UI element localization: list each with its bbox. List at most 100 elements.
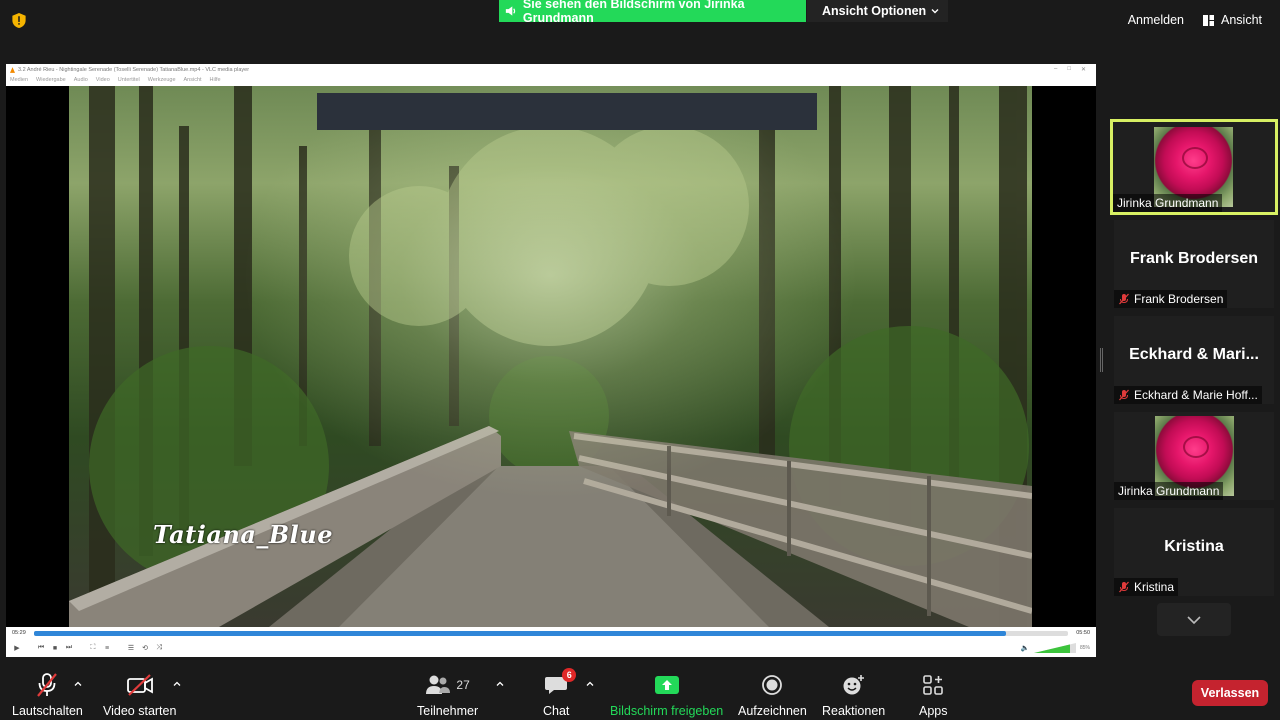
- participants-count: 27: [456, 678, 470, 692]
- volume-slider[interactable]: [1033, 643, 1076, 653]
- volume-icon[interactable]: 🔈: [1020, 643, 1030, 653]
- sign-in-label: Anmelden: [1127, 13, 1184, 27]
- apps-icon: [923, 675, 944, 695]
- record-icon: [762, 675, 783, 695]
- vlc-title: 3.2 André Rieu - Nightingale Serenade (T…: [18, 66, 250, 73]
- participant-label: Jirinka Grundmann: [1113, 194, 1223, 212]
- menu-subtitle[interactable]: Untertitel: [118, 77, 140, 83]
- menu-help[interactable]: Hilfe: [210, 77, 221, 83]
- seek-bar[interactable]: [33, 630, 1069, 636]
- participant-tile[interactable]: Jirinka Grundmann: [1110, 119, 1278, 215]
- sign-in-button[interactable]: Anmelden: [1122, 8, 1190, 32]
- participant-tile[interactable]: Eckhard & Mari... Eckhard & Marie Hoff..…: [1114, 316, 1274, 404]
- volume-level: [1033, 643, 1070, 653]
- forest-boardwalk-video-frame: Tatiana_Blue: [69, 86, 1032, 627]
- menu-media[interactable]: Medien: [10, 77, 28, 83]
- participant-name: Eckhard & Marie Hoff...: [1134, 388, 1258, 402]
- maximize-icon[interactable]: □: [1067, 66, 1071, 73]
- chevron-up-icon[interactable]: [585, 679, 595, 689]
- chevron-down-icon: [931, 9, 939, 14]
- start-video-button[interactable]: Video starten: [103, 663, 176, 720]
- chevron-up-icon[interactable]: [495, 679, 505, 689]
- participant-display-name: Frank Brodersen: [1129, 250, 1259, 267]
- unmute-button[interactable]: Lautschalten: [12, 663, 83, 720]
- minimize-icon[interactable]: –: [1054, 66, 1057, 73]
- vlc-menu-bar: Medien Wiedergabe Audio Video Untertitel…: [6, 75, 1096, 85]
- video-black-bar: [317, 93, 817, 130]
- volume-control: 🔈 85%: [1020, 643, 1090, 653]
- close-icon[interactable]: ✕: [1081, 66, 1086, 73]
- participant-name: Frank Brodersen: [1134, 292, 1224, 306]
- leave-button[interactable]: Verlassen: [1192, 680, 1268, 706]
- extended-settings-icon[interactable]: ≡: [102, 643, 112, 653]
- meeting-toolbar: Lautschalten Video starten 27 Teilnehmer…: [0, 663, 1280, 720]
- menu-playback[interactable]: Wiedergabe: [36, 77, 66, 83]
- top-right-controls: Anmelden Ansicht: [1122, 8, 1268, 32]
- stop-icon[interactable]: ■: [50, 643, 60, 653]
- view-options-label: Ansicht Optionen: [822, 4, 927, 18]
- screen-share-banner: Sie sehen den Bildschirm von Jirinka Gru…: [499, 0, 806, 25]
- gallery-scroll-down-button[interactable]: [1157, 603, 1231, 636]
- fullscreen-icon[interactable]: ⛶: [88, 643, 98, 653]
- time-total: 05:50: [1076, 630, 1090, 636]
- mic-muted-icon: [37, 673, 58, 697]
- reactions-label: Reaktionen: [822, 704, 886, 718]
- gallery-resize-handle[interactable]: [1100, 348, 1103, 372]
- reactions-button[interactable]: Reaktionen: [822, 663, 885, 720]
- view-label: Ansicht: [1221, 13, 1262, 27]
- participant-tile[interactable]: Jirinka Grundmann: [1114, 412, 1274, 500]
- time-elapsed: 05:29: [12, 630, 26, 636]
- record-label: Aufzeichnen: [738, 704, 807, 718]
- participant-tile[interactable]: Frank Brodersen Frank Brodersen: [1114, 220, 1274, 308]
- start-video-label: Video starten: [103, 704, 177, 718]
- shuffle-icon[interactable]: ⤨: [154, 643, 164, 653]
- reactions-icon: [843, 675, 864, 695]
- share-screen-icon: [654, 676, 679, 694]
- playlist-icon[interactable]: ☰: [126, 643, 136, 653]
- participant-label: Kristina: [1114, 578, 1179, 596]
- seek-progress: [33, 630, 1007, 636]
- grid-view-icon: [1203, 14, 1214, 26]
- video-off-icon: [126, 674, 153, 696]
- participants-button[interactable]: 27 Teilnehmer: [417, 663, 478, 720]
- speaker-icon: [505, 6, 516, 16]
- video-area[interactable]: Tatiana_Blue: [6, 86, 1096, 627]
- menu-tools[interactable]: Werkzeuge: [148, 77, 176, 83]
- chevron-up-icon[interactable]: [172, 679, 182, 689]
- chevron-up-icon[interactable]: [73, 679, 83, 689]
- menu-audio[interactable]: Audio: [74, 77, 88, 83]
- vlc-seek-row: 05:29 05:50: [6, 627, 1096, 639]
- participant-label: Eckhard & Marie Hoff...: [1114, 386, 1262, 404]
- participant-name: Kristina: [1134, 580, 1175, 594]
- participant-display-name: Kristina: [1164, 538, 1224, 555]
- volume-percent: 85%: [1079, 645, 1090, 651]
- apps-button[interactable]: Apps: [919, 663, 948, 720]
- share-screen-label: Bildschirm freigeben: [610, 704, 724, 718]
- participant-label: Frank Brodersen: [1114, 290, 1228, 308]
- shield-icon[interactable]: [11, 12, 27, 29]
- mic-muted-icon: [1119, 389, 1129, 401]
- mic-muted-icon: [1119, 293, 1129, 305]
- menu-view[interactable]: Ansicht: [184, 77, 202, 83]
- view-button[interactable]: Ansicht: [1196, 8, 1268, 32]
- apps-label: Apps: [919, 704, 948, 718]
- video-watermark: Tatiana_Blue: [153, 520, 333, 549]
- next-icon[interactable]: ⏭: [64, 643, 74, 653]
- previous-icon[interactable]: ⏮: [36, 643, 46, 653]
- chat-button[interactable]: 6 Chat: [543, 663, 577, 720]
- record-button[interactable]: Aufzeichnen: [738, 663, 807, 720]
- view-options-button[interactable]: Ansicht Optionen: [807, 0, 948, 22]
- participant-tile[interactable]: Kristina Kristina: [1114, 508, 1274, 596]
- participant-label: Jirinka Grundmann: [1114, 482, 1224, 500]
- play-icon[interactable]: ▶: [12, 643, 22, 653]
- vlc-window-controls: – □ ✕: [1054, 66, 1096, 73]
- menu-video[interactable]: Video: [96, 77, 110, 83]
- unmute-label: Lautschalten: [12, 704, 83, 718]
- mic-muted-icon: [1119, 581, 1129, 593]
- participants-icon: [426, 675, 451, 694]
- share-screen-button[interactable]: Bildschirm freigeben: [610, 663, 723, 720]
- chat-label: Chat: [543, 704, 570, 718]
- chat-unread-badge: 6: [562, 668, 577, 682]
- participant-name: Jirinka Grundmann: [1117, 196, 1219, 210]
- loop-icon[interactable]: ⟲: [140, 643, 150, 653]
